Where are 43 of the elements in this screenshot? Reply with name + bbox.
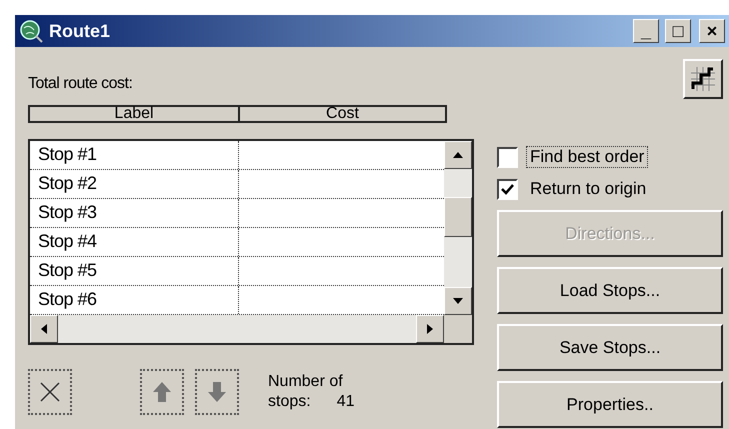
table-cell: Stop #4 <box>30 228 239 256</box>
dialog-button[interactable]: Properties.. <box>497 381 723 428</box>
scroll-thumb[interactable] <box>444 197 472 237</box>
route-button[interactable] <box>683 59 723 99</box>
table-cell: Stop #5 <box>30 257 239 285</box>
table-cell: Stop #3 <box>30 199 239 227</box>
minimize-button[interactable]: _ <box>633 19 659 43</box>
table-cell: Stop #2 <box>30 170 239 198</box>
table-cell: Stop #6 <box>30 286 239 314</box>
check-icon <box>501 182 514 196</box>
scroll-right-button[interactable] <box>416 315 444 343</box>
right-arrow-icon <box>427 324 433 334</box>
dialog-button[interactable]: Save Stops... <box>497 324 723 371</box>
remove-stop-button[interactable] <box>28 369 72 415</box>
checkbox-label: Return to origin <box>529 178 648 200</box>
up-arrow-icon <box>453 152 463 158</box>
close-button[interactable]: × <box>699 19 725 43</box>
globe-icon <box>19 19 43 43</box>
table-cell: Stop #1 <box>30 141 239 169</box>
cross-icon <box>38 380 62 404</box>
checkbox[interactable] <box>497 178 518 200</box>
down-arrow-icon <box>207 380 227 404</box>
vertical-scrollbar[interactable] <box>444 141 472 315</box>
horizontal-scrollbar[interactable] <box>30 315 444 343</box>
scroll-left-button[interactable] <box>30 315 58 343</box>
down-arrow-icon <box>453 298 463 304</box>
window-title: Route1 <box>49 20 112 42</box>
left-arrow-icon <box>41 324 47 334</box>
up-arrow-icon <box>152 380 172 404</box>
maximize-button[interactable]: □ <box>665 19 691 43</box>
stop-count-label: stops: <box>268 392 311 412</box>
scrollbar-corner <box>444 315 472 343</box>
checkbox[interactable] <box>497 146 518 168</box>
move-up-button[interactable] <box>140 369 184 415</box>
total-cost-label: Total route cost: <box>28 75 134 94</box>
scroll-up-button[interactable] <box>444 141 472 169</box>
dialog-button[interactable]: Load Stops... <box>497 267 723 314</box>
move-down-button[interactable] <box>195 369 239 415</box>
scroll-down-button[interactable] <box>444 287 472 315</box>
checkbox-label: Find best order <box>526 146 648 168</box>
stop-count-label: Number of <box>268 372 344 392</box>
stop-count-value: 41 <box>336 392 354 412</box>
grid-path-icon <box>689 65 717 93</box>
